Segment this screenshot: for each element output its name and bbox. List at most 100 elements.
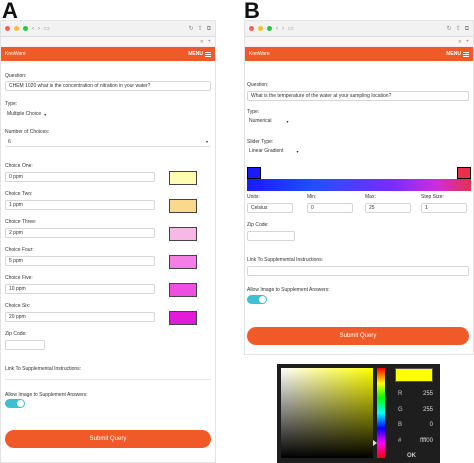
max-input[interactable]: 25 — [365, 203, 411, 213]
app-brand[interactable]: KnoWare — [249, 51, 446, 57]
units-input[interactable]: Celsius — [247, 203, 293, 213]
choice-color-swatch[interactable] — [169, 171, 197, 185]
allow-image-label: Allow Image to Supplement Answers: — [247, 287, 330, 293]
minimize-dot-icon[interactable] — [258, 26, 263, 31]
g-value[interactable]: 255 — [407, 407, 433, 413]
num-choices-label: Number of Choices: — [5, 129, 50, 135]
color-picker: R 255 G 255 B 0 # ffff00 OK — [277, 364, 440, 463]
sidebar-icon[interactable]: ▭ — [44, 26, 50, 32]
close-dot-icon[interactable] — [5, 26, 10, 31]
max-color-handle[interactable] — [457, 167, 471, 179]
back-icon[interactable]: ‹ — [276, 26, 278, 32]
zip-input[interactable] — [5, 340, 45, 350]
browser-toolbar: ‹ › ▭ ↻ ⇪ ⧉ — [245, 21, 473, 37]
maximize-dot-icon[interactable] — [267, 26, 272, 31]
choice-color-swatch[interactable] — [169, 199, 197, 213]
min-color-handle[interactable] — [247, 167, 261, 179]
hamburger-icon — [463, 51, 469, 57]
choice-input[interactable]: 2 ppm — [5, 228, 155, 238]
type-select[interactable]: Numerical ▾ — [249, 118, 289, 124]
type-value: Multiple Choice — [7, 111, 42, 117]
choice-label: Choice One: — [5, 163, 33, 169]
reload-icon[interactable]: ↻ — [447, 26, 452, 32]
close-dot-icon[interactable] — [249, 26, 254, 31]
share-icon[interactable]: ⇪ — [198, 26, 203, 32]
choice-color-swatch[interactable] — [169, 283, 197, 297]
min-input[interactable]: 0 — [307, 203, 353, 213]
type-select[interactable]: Multiple Choice ▾ — [7, 111, 46, 117]
zip-input[interactable] — [247, 231, 295, 241]
chevron-down-icon: ▾ — [44, 111, 47, 117]
toggle-knob — [259, 296, 266, 303]
hue-slider-arrow-icon[interactable] — [373, 440, 377, 446]
overflow-icon[interactable]: » — [200, 39, 203, 45]
browser-subbar: » + — [1, 37, 215, 47]
slider-type-value: Linear Gradient — [249, 148, 284, 154]
step-size-input[interactable]: 1 — [421, 203, 467, 213]
zip-label: Zip Code: — [5, 331, 27, 337]
choice-color-swatch[interactable] — [169, 255, 197, 269]
menu-button[interactable]: MENU — [446, 51, 469, 57]
slider-type-select[interactable]: Linear Gradient ▾ — [249, 148, 298, 154]
app-brand[interactable]: KnoWare — [5, 51, 188, 57]
allow-image-toggle[interactable] — [247, 295, 267, 304]
panel-b-screen: ‹ › ▭ ↻ ⇪ ⧉ » + KnoWare MENU Question: W… — [244, 20, 474, 355]
choice-input[interactable]: 20 ppm — [5, 312, 155, 322]
submit-button[interactable]: Submit Query — [5, 430, 211, 448]
share-icon[interactable]: ⇪ — [456, 26, 461, 32]
chevron-down-icon: ▾ — [205, 139, 208, 144]
add-tab-icon[interactable]: + — [465, 39, 469, 45]
allow-image-toggle[interactable] — [5, 399, 25, 408]
choice-label: Choice Three: — [5, 219, 37, 225]
forward-icon[interactable]: › — [282, 26, 284, 32]
tabs-icon[interactable]: ⧉ — [207, 26, 211, 32]
selected-color-preview — [395, 368, 433, 382]
submit-button[interactable]: Submit Query — [247, 327, 469, 345]
r-label: R — [398, 391, 403, 397]
chevron-down-icon: ▾ — [286, 118, 289, 124]
gradient-bar — [247, 179, 471, 191]
link-input[interactable] — [5, 379, 211, 380]
back-icon[interactable]: ‹ — [32, 26, 34, 32]
r-value[interactable]: 255 — [407, 391, 433, 397]
app-header: KnoWare MENU — [1, 47, 215, 61]
link-input[interactable] — [247, 266, 469, 276]
saturation-value-field[interactable] — [281, 368, 373, 458]
question-input[interactable]: What is the temperature of the water at … — [247, 91, 469, 101]
link-label: Link To Supplemental Instructions: — [5, 366, 82, 372]
choice-input[interactable]: 0 ppm — [5, 172, 155, 182]
browser-subbar: » + — [245, 37, 473, 47]
allow-image-label: Allow Image to Supplement Answers: — [5, 392, 88, 398]
b-value[interactable]: 0 — [407, 422, 433, 428]
num-choices-value: 6 — [8, 138, 11, 145]
question-input[interactable]: CHEM 1020 what is the concentration of n… — [5, 81, 211, 91]
choice-input[interactable]: 5 ppm — [5, 256, 155, 266]
browser-toolbar: ‹ › ▭ ↻ ⇪ ⧉ — [1, 21, 215, 37]
menu-button[interactable]: MENU — [188, 51, 211, 57]
add-tab-icon[interactable]: + — [207, 39, 211, 45]
menu-label: MENU — [446, 51, 461, 57]
choice-color-swatch[interactable] — [169, 311, 197, 325]
zip-label: Zip Code: — [247, 222, 269, 228]
num-choices-select[interactable]: 6 ▾ — [5, 137, 211, 147]
choice-input[interactable]: 10 ppm — [5, 284, 155, 294]
b-label: B — [398, 422, 403, 428]
choice-color-swatch[interactable] — [169, 227, 197, 241]
hue-slider[interactable] — [377, 368, 385, 458]
reload-icon[interactable]: ↻ — [189, 26, 194, 32]
overflow-icon[interactable]: » — [458, 39, 461, 45]
hex-value[interactable]: ffff00 — [405, 438, 433, 444]
tabs-icon[interactable]: ⧉ — [465, 26, 469, 32]
sidebar-icon[interactable]: ▭ — [288, 26, 294, 32]
minimize-dot-icon[interactable] — [14, 26, 19, 31]
ok-button[interactable]: OK — [407, 453, 416, 459]
forward-icon[interactable]: › — [38, 26, 40, 32]
gradient-slider-track[interactable] — [247, 167, 471, 191]
question-label: Question: — [5, 73, 27, 79]
link-label: Link To Supplemental Instructions: — [247, 257, 324, 263]
toggle-knob — [17, 400, 24, 407]
step-size-label: Step Size: — [421, 194, 444, 200]
maximize-dot-icon[interactable] — [23, 26, 28, 31]
choice-label: Choice Four: — [5, 247, 34, 253]
choice-input[interactable]: 1 ppm — [5, 200, 155, 210]
